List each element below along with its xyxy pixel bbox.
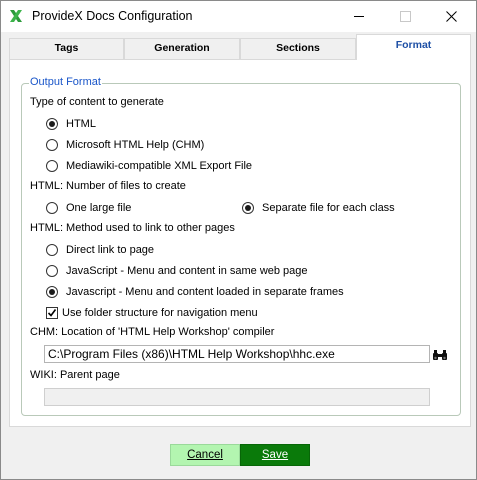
tab-sections[interactable]: Sections [240, 38, 356, 59]
radio-separate-file[interactable]: Separate file for each class [242, 201, 395, 215]
checkbox-checked[interactable] [46, 307, 58, 319]
radio-html-label: HTML [66, 118, 96, 130]
radio-mediawiki[interactable]: Mediawiki-compatible XML Export File [46, 159, 252, 173]
window-title: ProvideX Docs Configuration [32, 9, 193, 23]
save-button[interactable]: Save [240, 444, 310, 466]
link-method-label: HTML: Method used to link to other pages [30, 222, 235, 234]
radio-button-selected[interactable] [46, 118, 58, 130]
cancel-button-label: Cancel [187, 449, 223, 461]
radio-direct-link-label: Direct link to page [66, 244, 155, 256]
cancel-button[interactable]: Cancel [170, 444, 240, 466]
num-files-label: HTML: Number of files to create [30, 180, 186, 192]
format-panel: Output Format Type of content to generat… [9, 59, 471, 427]
radio-one-large-file-label: One large file [66, 202, 132, 214]
output-format-legend: Output Format [29, 76, 102, 88]
binoculars-icon[interactable] [432, 349, 448, 361]
content-type-label: Type of content to generate [30, 96, 164, 108]
radio-js-frames[interactable]: Javascript - Menu and content loaded in … [46, 285, 344, 299]
providex-x-icon [9, 9, 23, 23]
tab-format[interactable]: Format [356, 34, 471, 60]
radio-separate-file-label: Separate file for each class [262, 202, 395, 214]
radio-button[interactable] [46, 244, 58, 256]
tab-tags[interactable]: Tags [9, 38, 124, 59]
radio-button[interactable] [46, 265, 58, 277]
wiki-parent-label: WIKI: Parent page [30, 369, 120, 381]
radio-js-same-page[interactable]: JavaScript - Menu and content in same we… [46, 264, 308, 278]
chm-location-label: CHM: Location of 'HTML Help Workshop' co… [30, 326, 275, 338]
save-button-label: Save [261, 449, 289, 461]
minimize-icon[interactable] [336, 1, 382, 32]
radio-chm-label: Microsoft HTML Help (CHM) [66, 139, 205, 151]
radio-one-large-file[interactable]: One large file [46, 201, 131, 215]
close-icon[interactable] [428, 1, 474, 32]
radio-mediawiki-label: Mediawiki-compatible XML Export File [66, 160, 253, 172]
config-window: ProvideX Docs Configuration Tags Generat… [0, 0, 477, 480]
folder-structure-label: Use folder structure for navigation menu [62, 307, 258, 319]
chm-location-input[interactable]: C:\Program Files (x86)\HTML Help Worksho… [44, 345, 430, 363]
title-bar[interactable]: ProvideX Docs Configuration [1, 1, 476, 32]
radio-button-selected[interactable] [242, 202, 254, 214]
radio-chm[interactable]: Microsoft HTML Help (CHM) [46, 138, 204, 152]
maximize-icon[interactable] [382, 1, 428, 32]
tab-strip: Tags Generation Sections Format [9, 34, 471, 60]
radio-js-same-page-label: JavaScript - Menu and content in same we… [66, 265, 308, 277]
radio-html[interactable]: HTML [46, 117, 96, 131]
radio-button[interactable] [46, 202, 58, 214]
radio-button[interactable] [46, 160, 58, 172]
radio-js-frames-label: Javascript - Menu and content loaded in … [66, 286, 344, 298]
radio-button-selected[interactable] [46, 286, 58, 298]
radio-direct-link[interactable]: Direct link to page [46, 243, 154, 257]
radio-button[interactable] [46, 139, 58, 151]
wiki-parent-input[interactable] [44, 388, 430, 406]
folder-structure-checkbox[interactable]: Use folder structure for navigation menu [46, 306, 258, 320]
tab-generation[interactable]: Generation [124, 38, 240, 59]
